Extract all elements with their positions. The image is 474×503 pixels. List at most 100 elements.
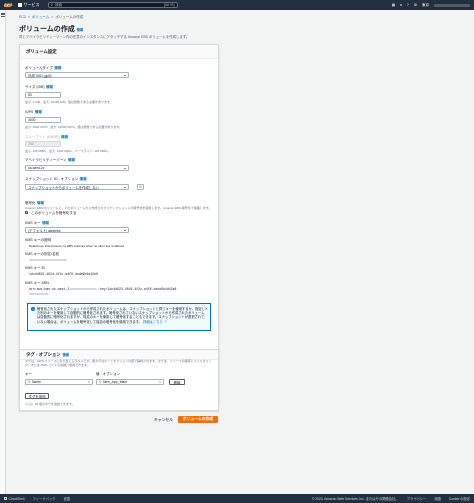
add-tag-button[interactable]: タグを追加 <box>25 393 49 399</box>
iops-info-link[interactable]: 情報 <box>35 110 42 114</box>
iops-help: 最小: 3000 IOPS、最大: 16000 IOPS。値は整数である必要があ… <box>25 125 123 129</box>
chevron-down-icon <box>124 186 126 188</box>
tag-value-input[interactable]: ⚲ New_App_Main × <box>96 379 164 385</box>
settings-icon[interactable]: ⚙ <box>414 3 417 7</box>
size-input[interactable]: 50 <box>25 92 61 98</box>
az-select[interactable]: us-west-2c <box>25 165 129 171</box>
kms-key-select[interactable]: (デフォルト) aws/ebs <box>25 227 129 233</box>
aws-logo[interactable]: aws <box>4 1 16 8</box>
cloudshell-link[interactable]: CloudShell <box>4 497 24 501</box>
volume-type-select[interactable]: 汎用 SSD (gp3) <box>25 72 129 78</box>
page-title-info-link[interactable]: 情報 <box>77 28 83 32</box>
footer: CloudShell フィードバック 言語 © 2023, Amazon Web… <box>0 494 474 503</box>
kms-id-value: 1dc4d623-4024-4f2c-a4f8-dede9b4d42e8 <box>29 272 98 276</box>
tags-header-text: タグ - オプション <box>26 351 61 357</box>
account-menu[interactable] <box>434 3 470 7</box>
aws-logo-text: aws <box>4 1 13 7</box>
search-input[interactable]: ⚲ 検索 [Alt+S] <box>47 2 178 8</box>
page-title-text: ボリュームの作成 <box>19 26 75 33</box>
throughput-info-link[interactable]: 情報 <box>61 135 68 139</box>
az-value: us-west-2c <box>28 166 45 170</box>
kms-alias-label: KMS キーの別名/名前 <box>25 252 60 256</box>
privacy-link[interactable]: プライバシー <box>407 496 427 501</box>
refresh-snapshots-button[interactable]: ↻ <box>137 184 144 190</box>
page-description: 同じアベイラビリティーゾーン内の任意のインスタンスにアタッチする Amazon … <box>19 35 190 39</box>
cancel-button[interactable]: キャンセル <box>154 418 173 423</box>
tag-key-label: キー <box>25 372 32 376</box>
size-info-link[interactable]: 情報 <box>46 85 53 89</box>
size-help: 最小: 1 GiB、最大: 16384 GiB。値は整数である必要があります。 <box>25 100 113 104</box>
alert-body: 暗号化されたスナップショットから作成されたボリュームは、スナップショットと同じキ… <box>37 306 205 324</box>
region-selector[interactable]: 東京 <box>422 3 429 8</box>
services-menu-button[interactable]: サービス <box>18 2 40 8</box>
help-icon[interactable]: ? <box>407 3 409 7</box>
nav-right: ▩ ♦ ? ⚙ 東京 <box>392 3 470 8</box>
volume-type-label: ボリュームタイプ 情報 <box>25 66 61 71</box>
feedback-link[interactable]: フィードバック <box>32 496 55 501</box>
copyright-text: © 2023, Amazon Web Services, Inc. またはその関… <box>311 497 399 501</box>
top-nav: aws サービス ⚲ 検索 [Alt+S] ▩ ♦ ? ⚙ 東京 <box>0 0 474 10</box>
notifications-icon[interactable]: ♦ <box>400 3 402 7</box>
kms-key-info-link[interactable]: 情報 <box>42 221 49 225</box>
throughput-label: スループット (MiB/秒) 情報 <box>25 135 68 140</box>
snapshot-label: スナップショット ID - オプション 情報 <box>25 177 87 182</box>
remove-tag-button[interactable]: 削除 <box>169 379 185 385</box>
side-rail <box>0 10 6 494</box>
breadcrumb: EC2 > ボリューム > ボリュームの作成 <box>19 15 83 20</box>
search-shortcut-hint: [Alt+S] <box>164 3 175 7</box>
terms-link[interactable]: 用語 <box>434 496 441 501</box>
tag-value-value: New_App_Main <box>102 380 127 384</box>
kms-key-label-text: KMS キー <box>25 221 41 225</box>
az-info-link[interactable]: 情報 <box>68 158 75 162</box>
throughput-help: 最小: 125 MiB/s、最大: 1000 MiB/s、ベースライン: 125… <box>25 149 111 153</box>
cookie-settings-link[interactable]: Cookie の設定 <box>449 496 470 501</box>
cloudshell-icon <box>4 497 7 500</box>
breadcrumb-ec2[interactable]: EC2 <box>19 15 26 20</box>
encrypt-checkbox-label: このボリュームを暗号化する <box>31 211 77 215</box>
kms-key-value: (デフォルト) aws/ebs <box>28 228 61 233</box>
tags-info-link[interactable]: 情報 <box>63 352 69 357</box>
tags-limit-help: さらに 49 個のタグを追加できます。 <box>25 402 75 406</box>
info-icon: i <box>31 307 35 311</box>
throughput-input[interactable]: 250 <box>25 141 61 147</box>
clear-icon[interactable]: × <box>88 380 90 384</box>
tag-key-input[interactable]: ⚲ Name × <box>25 379 93 385</box>
az-label-text: アベイラビリティーゾーン <box>25 158 67 162</box>
encryption-info-link[interactable]: 情報 <box>37 201 44 205</box>
snapshot-label-text: スナップショット ID - オプション <box>25 177 79 181</box>
refresh-icon: ↻ <box>139 185 142 189</box>
alert-text: 暗号化されたスナップショットから作成されたボリュームは、スナップショットと同じキ… <box>37 307 205 325</box>
search-icon: ⚲ <box>50 3 54 7</box>
language-link[interactable]: 言語 <box>63 496 70 501</box>
volume-settings-header: ボリューム設定 <box>20 45 218 59</box>
encryption-help: Amazon EBS ボリュームと、そのボリュームから作成されたスナップショット… <box>25 206 212 210</box>
create-volume-button[interactable]: ボリュームの作成 <box>178 416 218 423</box>
volume-type-label-text: ボリュームタイプ <box>25 66 53 70</box>
close-icon[interactable]: ✕ <box>205 306 208 311</box>
throughput-label-text: スループット (MiB/秒) <box>25 135 60 139</box>
breadcrumb-separator: > <box>51 15 54 19</box>
alert-learn-more-link[interactable]: 詳細はこちら <box>143 320 163 324</box>
iops-label: IOPS 情報 <box>25 110 42 115</box>
snapshot-select[interactable]: スナップショットからボリュームを作成しない <box>25 184 129 190</box>
size-label: サイズ (GiB) 情報 <box>25 85 53 90</box>
snapshot-value: スナップショットからボリュームを作成しない <box>28 185 100 190</box>
search-icon: ⚲ <box>99 380 102 384</box>
iops-input[interactable]: 3000 <box>25 117 61 123</box>
chevron-down-icon <box>124 229 126 231</box>
volume-type-info-link[interactable]: 情報 <box>54 66 61 70</box>
services-label: サービス <box>23 2 40 7</box>
size-label-text: サイズ (GiB) <box>25 85 45 89</box>
volume-type-value: 汎用 SSD (gp3) <box>28 73 52 78</box>
breadcrumb-volumes[interactable]: ボリューム <box>32 15 49 20</box>
cloudshell-icon[interactable]: ▩ <box>392 3 395 7</box>
kms-arn-suffix: :key/1dc4d623-4024-4f2c-a4f8-dede9b4d42e… <box>98 287 177 291</box>
encrypt-checkbox[interactable]: ✓ <box>25 211 29 215</box>
kms-desc-value: Default key that protects my EBS volumes… <box>29 244 125 248</box>
kms-key-label: KMS キー 情報 <box>25 221 49 226</box>
clear-icon[interactable]: × <box>159 380 161 384</box>
snapshot-info-link[interactable]: 情報 <box>80 177 87 181</box>
menu-icon[interactable] <box>1 13 5 17</box>
external-link-icon: ↗ <box>163 319 167 324</box>
kms-id-label: KMS キー ID <box>25 266 46 270</box>
